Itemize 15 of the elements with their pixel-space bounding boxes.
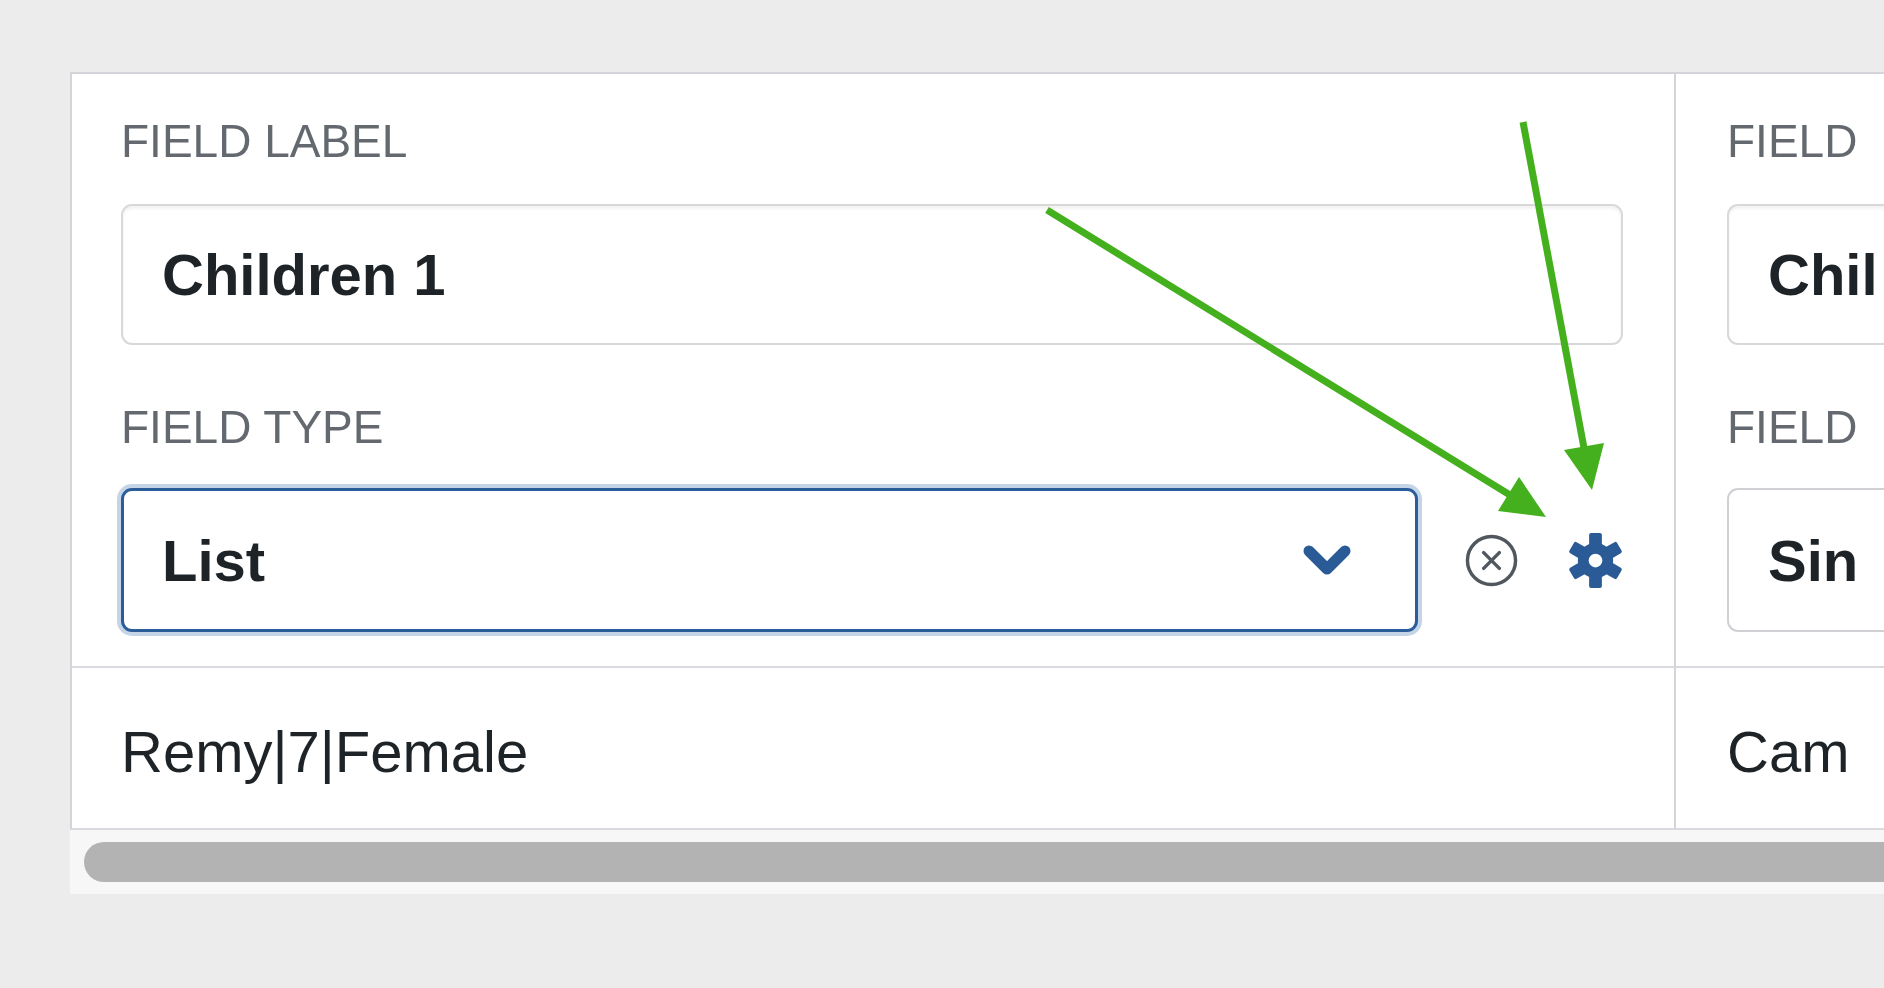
field-caption: FIELD LABEL bbox=[121, 114, 408, 169]
gear-icon bbox=[1568, 532, 1623, 588]
circle-x-icon bbox=[1465, 533, 1518, 587]
field-caption: FIELD TYPE bbox=[121, 400, 384, 455]
table-cell: Remy|7|Female bbox=[121, 718, 529, 786]
field-type-select[interactable]: Sin bbox=[1727, 488, 1884, 632]
text-field[interactable]: Children 1 bbox=[121, 204, 1623, 345]
table-cell: Cam bbox=[1727, 718, 1850, 786]
settings-button[interactable] bbox=[1568, 532, 1623, 588]
field-caption: FIELD bbox=[1727, 114, 1858, 169]
scrollbar-thumb[interactable] bbox=[84, 842, 1884, 882]
chevron-down-icon bbox=[1303, 544, 1351, 576]
field-caption: FIELD bbox=[1727, 400, 1858, 455]
text-field[interactable]: Chil bbox=[1727, 204, 1884, 345]
clear-button[interactable] bbox=[1465, 533, 1518, 587]
